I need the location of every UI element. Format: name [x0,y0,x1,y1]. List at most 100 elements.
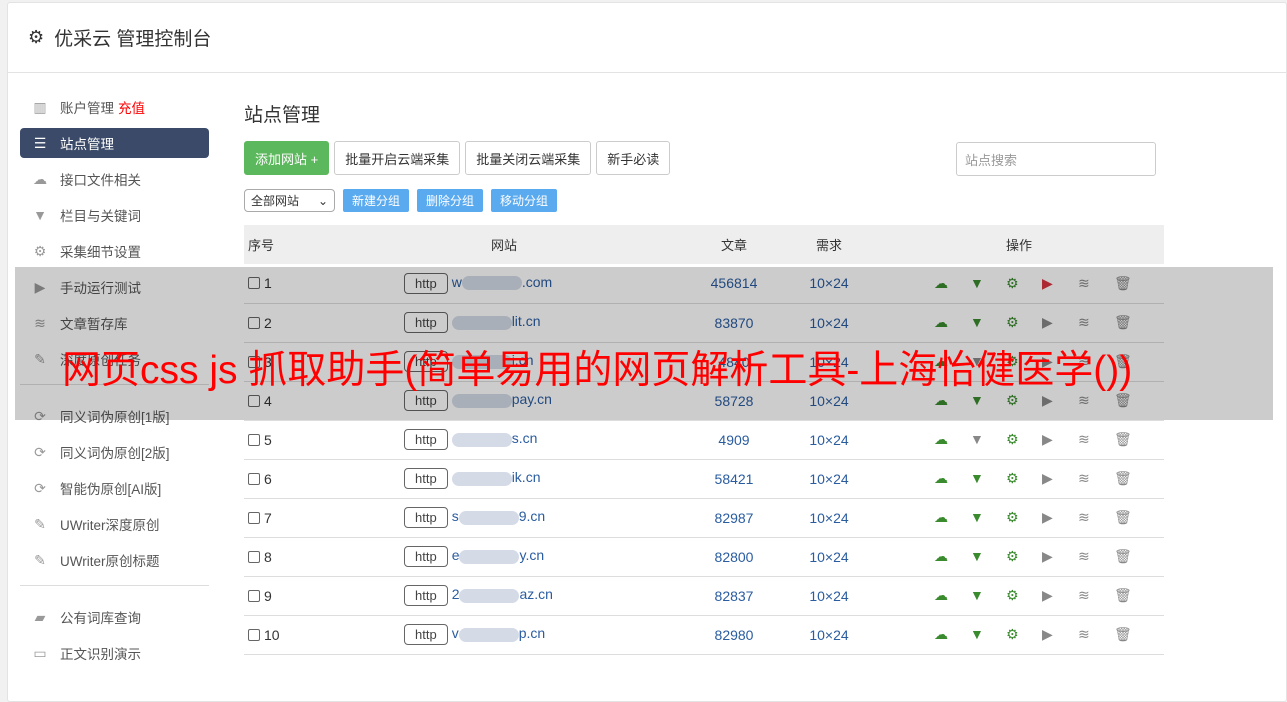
row-checkbox[interactable] [248,550,260,563]
batch-enable-cloud-button[interactable]: 批量开启云端采集 [334,141,461,175]
demand[interactable]: 10×24 [784,537,874,577]
site-search-input[interactable]: 站点搜索 [956,142,1156,176]
database-icon[interactable]: ≋ [1078,548,1114,565]
filter-icon[interactable]: ▼ [970,587,1006,603]
move-group-button[interactable]: 移动分组 [491,189,558,212]
sidebar-item-label: 站点管理 [60,137,114,152]
play-icon[interactable]: ▶ [1042,509,1078,526]
protocol-badge[interactable]: http [404,507,448,528]
demand[interactable]: 10×24 [784,576,874,616]
row-checkbox[interactable] [248,511,260,524]
filter-icon[interactable]: ▼ [970,470,1006,486]
trash-icon[interactable]: 🗑 [1114,431,1150,448]
sidebar-divider [20,585,209,586]
sidebar-item-3[interactable]: ▼ 栏目与关键词 [20,200,209,230]
protocol-badge[interactable]: http [404,624,448,645]
gears-icon[interactable]: ⚙ [1006,431,1042,448]
row-checkbox[interactable] [248,433,260,446]
domain-suffix: 9.cn [518,508,546,525]
database-icon[interactable]: ≋ [1078,470,1114,487]
gears-icon: ⚙ [33,242,47,259]
filter-icon[interactable]: ▼ [970,431,1006,447]
col-site: 网站 [324,225,684,264]
cloud-upload-icon[interactable]: ☁ [934,509,970,526]
table-row: 8 http e y.cn 82800 10×24 ☁ ▼ ⚙ ▶ ≋ 🗑 [244,537,1164,577]
trash-icon[interactable]: 🗑 [1114,509,1150,526]
article-count[interactable]: 82800 [684,537,784,577]
database-icon[interactable]: ≋ [1078,626,1114,643]
play-icon[interactable]: ▶ [1042,548,1078,565]
recharge-link[interactable]: 充值 [118,97,145,117]
row-id: 7 [264,509,272,526]
play-icon[interactable]: ▶ [1042,626,1078,643]
row-checkbox[interactable] [248,628,260,641]
site-domain[interactable]: s 9.cn [452,508,546,525]
trash-icon[interactable]: 🗑 [1114,626,1150,643]
protocol-badge[interactable]: http [404,585,448,606]
play-icon[interactable]: ▶ [1042,470,1078,487]
article-count[interactable]: 82837 [684,576,784,616]
gears-icon[interactable]: ⚙ [1006,626,1042,643]
gears-icon[interactable]: ⚙ [1006,548,1042,565]
sidebar-item-13[interactable]: ▰ 公有词库查询 [20,602,209,632]
protocol-badge[interactable]: http [404,468,448,489]
cloud-upload-icon[interactable]: ☁ [934,548,970,565]
trash-icon[interactable]: 🗑 [1114,548,1150,565]
article-count[interactable]: 82980 [684,615,784,655]
filter-icon[interactable]: ▼ [970,626,1006,642]
site-domain[interactable]: e y.cn [452,547,544,564]
sidebar-item-4[interactable]: ⚙ 采集细节设置 [20,236,209,266]
domain-suffix: s.cn [511,430,538,447]
sidebar-item-14[interactable]: ▭ 正文识别演示 [20,638,209,668]
article-count[interactable]: 58421 [684,459,784,499]
trash-icon[interactable]: 🗑 [1114,470,1150,487]
delete-group-button[interactable]: 删除分组 [417,189,484,212]
sidebar-item-9[interactable]: ⟳ 同义词伪原创[2版] [20,437,209,467]
article-count[interactable]: 82987 [684,498,784,538]
trash-icon[interactable]: 🗑 [1114,587,1150,604]
gears-icon[interactable]: ⚙ [1006,587,1042,604]
redacted-blur [458,627,519,642]
play-icon[interactable]: ▶ [1042,587,1078,604]
database-icon[interactable]: ≋ [1078,431,1114,448]
group-select[interactable]: 全部网站 ⌄ [244,189,335,212]
chevron-down-icon: ⌄ [317,193,328,208]
demand[interactable]: 10×24 [784,459,874,499]
demand[interactable]: 10×24 [784,498,874,538]
demand[interactable]: 10×24 [784,420,874,460]
cloud-upload-icon[interactable]: ☁ [934,431,970,448]
sidebar-item-12[interactable]: ✎ UWriter原创标题 [20,545,209,575]
site-domain[interactable]: v p.cn [452,625,545,642]
filter-icon[interactable]: ▼ [970,548,1006,564]
guide-button[interactable]: 新手必读 [596,141,671,175]
demand[interactable]: 10×24 [784,615,874,655]
table-row: 9 http 2 az.cn 82837 10×24 ☁ ▼ ⚙ ▶ ≋ 🗑 [244,576,1164,616]
database-icon[interactable]: ≋ [1078,509,1114,526]
sidebar-item-1[interactable]: ☰ 站点管理 [20,128,209,158]
protocol-badge[interactable]: http [404,546,448,567]
gears-icon[interactable]: ⚙ [1006,509,1042,526]
protocol-badge[interactable]: http [404,429,448,450]
article-count[interactable]: 4909 [684,420,784,460]
site-domain[interactable]: s.cn [451,430,538,447]
sidebar-item-label: 同义词伪原创[2版] [60,446,170,461]
sidebar-item-10[interactable]: ⟳ 智能伪原创[AI版] [20,473,209,503]
site-domain[interactable]: ik.cn [451,469,540,486]
database-icon[interactable]: ≋ [1078,587,1114,604]
site-domain[interactable]: 2 az.cn [452,586,553,603]
play-icon[interactable]: ▶ [1042,431,1078,448]
cloud-upload-icon[interactable]: ☁ [934,587,970,604]
cloud-upload-icon[interactable]: ☁ [934,470,970,487]
row-checkbox[interactable] [248,472,260,485]
filter-icon[interactable]: ▼ [970,509,1006,525]
batch-disable-cloud-button[interactable]: 批量关闭云端采集 [465,141,592,175]
add-site-button[interactable]: 添加网站 + [244,141,330,175]
sidebar-item-2[interactable]: ☁ 接口文件相关 [20,164,209,194]
gears-icon[interactable]: ⚙ [1006,470,1042,487]
cloud-upload-icon[interactable]: ☁ [934,626,970,643]
sidebar-item-11[interactable]: ✎ UWriter深度原创 [20,509,209,539]
row-id: 10 [264,626,280,643]
new-group-button[interactable]: 新建分组 [343,189,410,212]
sidebar-item-0[interactable]: ▥ 账户管理 充值 [20,92,209,122]
row-checkbox[interactable] [248,589,260,602]
